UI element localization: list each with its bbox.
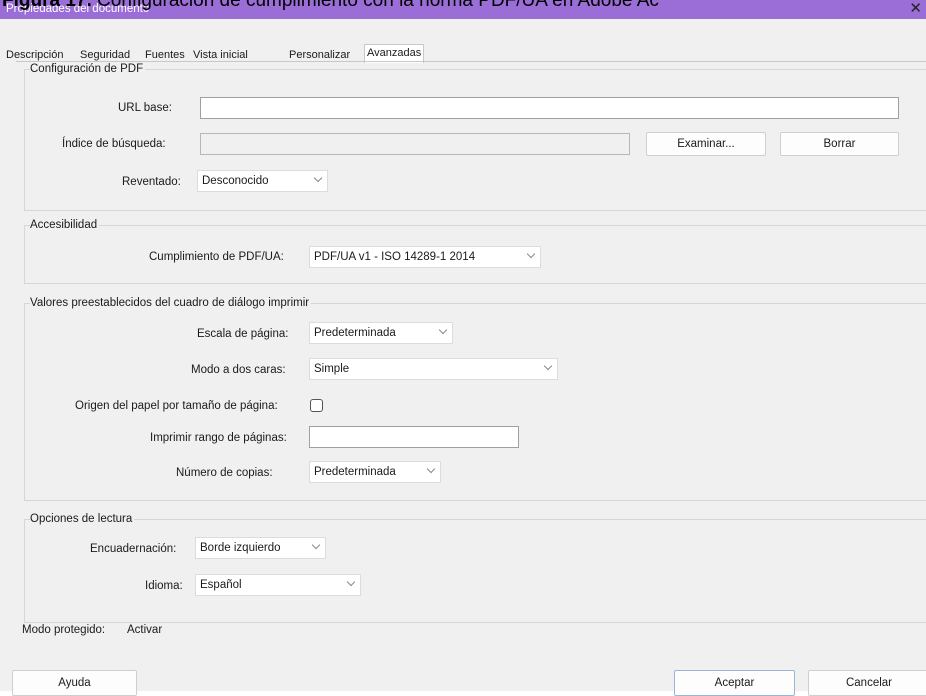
duplex-select[interactable]: Simple xyxy=(309,358,558,380)
language-label: Idioma: xyxy=(145,580,183,592)
chevron-down-icon xyxy=(438,325,448,335)
browse-button[interactable]: Examinar... xyxy=(646,132,766,156)
chevron-down-icon xyxy=(526,249,536,259)
tab-divider xyxy=(16,61,926,62)
help-button[interactable]: Ayuda xyxy=(12,670,137,696)
reading-options-group xyxy=(24,519,926,623)
paper-source-label: Origen del papel por tamaño de página: xyxy=(75,400,278,412)
page-scaling-select[interactable]: Predeterminada xyxy=(309,322,453,344)
search-index-label: Índice de búsqueda: xyxy=(62,138,166,150)
print-range-input[interactable] xyxy=(309,426,519,448)
base-url-label: URL base: xyxy=(118,102,172,114)
base-url-input[interactable] xyxy=(200,97,899,119)
trapped-label: Reventado: xyxy=(122,176,181,188)
copies-select[interactable]: Predeterminada xyxy=(309,461,441,483)
close-icon[interactable]: ✕ xyxy=(909,0,922,18)
pdfua-compliance-select[interactable]: PDF/UA v1 - ISO 14289-1 2014 xyxy=(309,246,541,268)
clear-button[interactable]: Borrar xyxy=(780,132,899,156)
cancel-button[interactable]: Cancelar xyxy=(808,670,926,696)
chevron-down-icon xyxy=(313,173,323,183)
chevron-down-icon xyxy=(426,464,436,474)
document-properties-dialog: Descripción Seguridad Fuentes Vista inic… xyxy=(0,19,926,696)
pdf-settings-title: Configuración de PDF xyxy=(30,63,146,75)
print-presets-title: Valores preestablecidos del cuadro de di… xyxy=(30,297,312,309)
ok-button[interactable]: Aceptar xyxy=(674,670,795,696)
search-index-field xyxy=(200,133,630,155)
protected-mode-label: Modo protegido: xyxy=(22,624,106,636)
protected-mode-value: Activar xyxy=(127,624,163,636)
copies-label: Número de copias: xyxy=(176,467,273,479)
language-select[interactable]: Español xyxy=(195,574,361,596)
accessibility-title: Accesibilidad xyxy=(30,219,100,231)
reading-options-title: Opciones de lectura xyxy=(30,513,135,525)
figure-caption-prefix: Figura 17. xyxy=(2,0,92,11)
duplex-label: Modo a dos caras: xyxy=(191,364,286,376)
chevron-down-icon xyxy=(346,577,356,587)
chevron-down-icon xyxy=(543,361,553,371)
binding-select[interactable]: Borde izquierdo xyxy=(195,537,326,559)
trapped-select[interactable]: Desconocido xyxy=(197,170,328,192)
binding-label: Encuadernación: xyxy=(90,543,177,555)
chevron-down-icon xyxy=(311,540,321,550)
paper-source-checkbox[interactable] xyxy=(310,399,323,412)
pdfua-compliance-label: Cumplimiento de PDF/UA: xyxy=(149,251,284,263)
page-scaling-label: Escala de página: xyxy=(197,328,289,340)
print-range-label: Imprimir rango de páginas: xyxy=(150,432,287,444)
figure-caption: Figura 17. Configuración de cumplimiento… xyxy=(2,0,659,12)
figure-caption-text: Configuración de cumplimiento con la nor… xyxy=(91,0,659,11)
